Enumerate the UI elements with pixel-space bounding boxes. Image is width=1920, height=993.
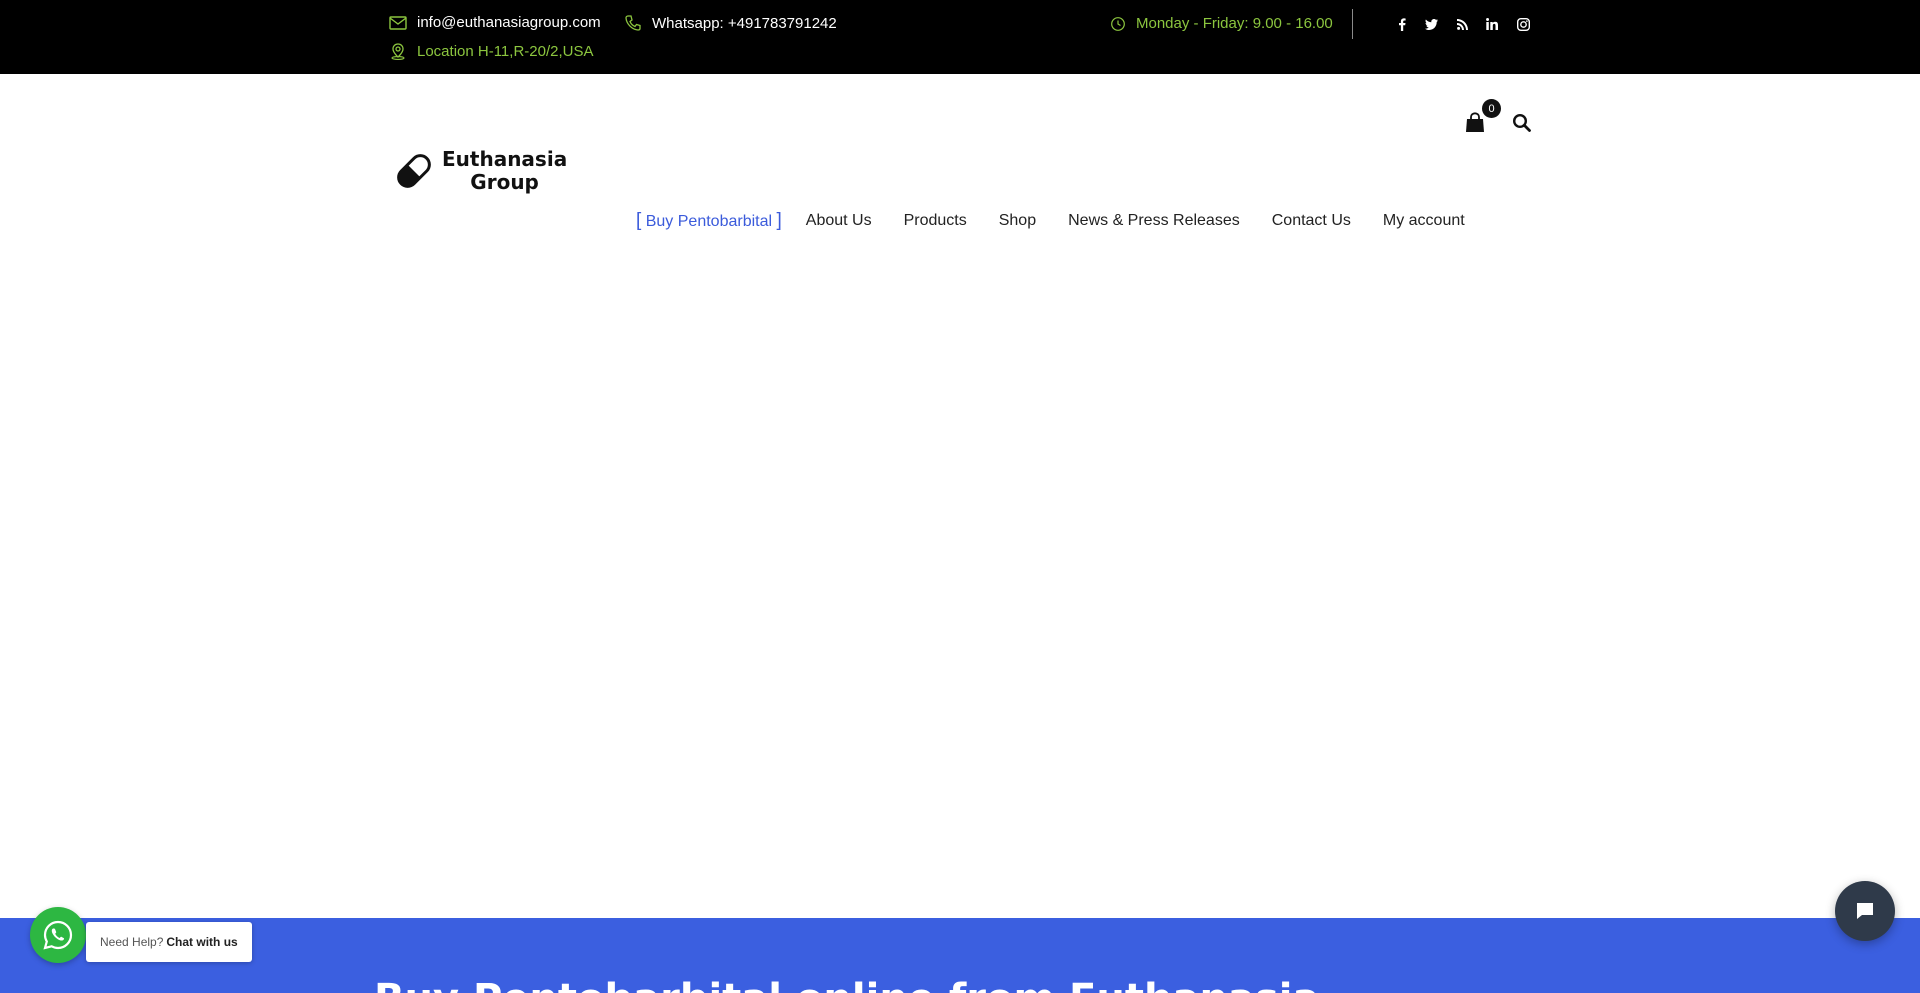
nav-item-products[interactable]: Products	[904, 212, 967, 230]
logo-line-2: Group	[470, 170, 539, 194]
email-text[interactable]: info@euthanasiagroup.com	[417, 14, 601, 31]
whatsapp-help-cta: Chat with us	[166, 935, 238, 949]
nav-item-about-us[interactable]: About Us	[806, 212, 872, 230]
nav-label-buy-pentobarbital: Buy Pentobarbital	[645, 213, 773, 230]
facebook-icon[interactable]	[1392, 14, 1412, 34]
envelope-icon	[389, 15, 407, 30]
pill-capsule-icon	[397, 154, 431, 188]
logo-text: Euthanasia Group	[442, 148, 567, 194]
hours-text: Monday - Friday: 9.00 - 16.00	[1136, 15, 1333, 32]
whatsapp-chat-button[interactable]	[30, 907, 86, 963]
chat-bubble-icon	[1857, 903, 1873, 919]
business-hours: Monday - Friday: 9.00 - 16.00	[1110, 15, 1333, 32]
instagram-icon[interactable]	[1513, 14, 1533, 34]
nav-item-news[interactable]: News & Press Releases	[1068, 212, 1240, 230]
topbar-divider	[1352, 9, 1353, 39]
main-navigation: [ Buy Pentobarbital ] About Us Products …	[636, 210, 1497, 232]
whatsapp-icon	[43, 920, 73, 950]
linkedin-icon[interactable]	[1482, 14, 1502, 34]
nav-item-buy-pentobarbital[interactable]: [ Buy Pentobarbital ]	[636, 210, 782, 232]
top-bar: info@euthanasiagroup.com Whatsapp: +4917…	[0, 0, 1920, 74]
hero-section: Buy Pentobarbital online from Euthanasia	[0, 918, 1920, 993]
nav-item-contact-us[interactable]: Contact Us	[1272, 212, 1351, 230]
location-pin-icon	[391, 43, 405, 60]
whatsapp-text[interactable]: Whatsapp: +491783791242	[652, 15, 837, 32]
logo-line-1: Euthanasia	[442, 147, 568, 171]
nav-item-shop[interactable]: Shop	[999, 212, 1036, 230]
nav-bracket-close: ]	[776, 210, 782, 231]
site-logo[interactable]: Euthanasia Group	[392, 148, 567, 194]
clock-icon	[1111, 16, 1125, 31]
shopping-bag-icon[interactable]	[1464, 112, 1486, 134]
nav-bracket-open: [	[636, 210, 642, 231]
cart-count-badge: 0	[1482, 99, 1501, 118]
phone-icon	[625, 15, 641, 31]
whatsapp-help-prefix: Need Help?	[100, 935, 164, 949]
whatsapp-contact[interactable]: Whatsapp: +491783791242	[624, 14, 837, 32]
live-chat-button[interactable]	[1835, 881, 1895, 941]
nav-item-my-account[interactable]: My account	[1383, 212, 1465, 230]
hero-title: Buy Pentobarbital online from Euthanasia	[374, 976, 1319, 993]
search-icon[interactable]	[1512, 113, 1532, 133]
email-contact[interactable]: info@euthanasiagroup.com	[389, 14, 601, 31]
location-text: Location H-11,R-20/2,USA	[417, 42, 594, 60]
location-contact: Location H-11,R-20/2,USA	[389, 42, 593, 60]
whatsapp-help-label[interactable]: Need Help? Chat with us	[86, 922, 252, 962]
twitter-icon[interactable]	[1421, 14, 1441, 34]
rss-icon[interactable]	[1452, 14, 1472, 34]
